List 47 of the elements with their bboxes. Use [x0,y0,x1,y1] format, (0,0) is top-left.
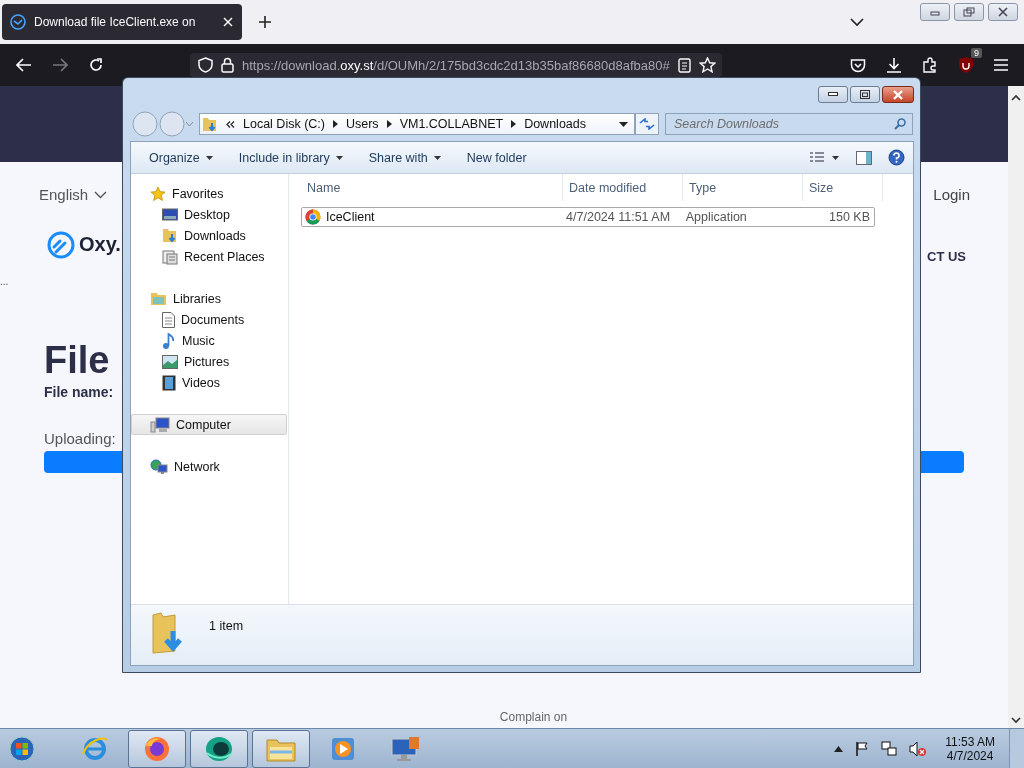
nav-item[interactable]: Desktop [131,204,288,225]
nav-item[interactable]: Videos [131,372,288,393]
toolbar-button[interactable]: Share with [358,146,451,169]
address-bar[interactable]: https://download.oxy.st/d/OUMh/2/175bd3cdc2d13b35baf86680d8afba80# [190,53,722,77]
breadcrumb-item[interactable]: Users [345,117,379,131]
date-cell-text: 4/7/2024 11:51 AM [565,210,672,224]
breadcrumb-item[interactable]: Downloads [524,117,586,131]
nav-item[interactable]: Libraries [131,288,288,309]
column-header[interactable]: Name [301,174,563,201]
nav-item[interactable]: Documents [131,309,288,330]
column-header[interactable]: Size [803,174,883,201]
search-field[interactable]: Search Downloads [665,113,913,135]
page-heading: File [44,339,110,382]
nav-item[interactable]: Pictures [131,351,288,372]
footer-link[interactable]: Complain on [499,710,568,724]
url-text: https://download.oxy.st/d/OUMh/2/175bd3cdc2d13b35baf86680d8afba80# [242,57,670,73]
toolbar-button[interactable]: Include in library [228,146,353,169]
item-count: 1 item [209,619,244,633]
clock-time[interactable]: 11:53 AM [945,734,995,749]
toolbar-button[interactable]: Organize [139,146,223,169]
tab-title: Download file IceClient.exe on [34,15,197,29]
nav-item[interactable]: Recent Places [131,246,288,267]
nav-item[interactable]: Music [131,330,288,351]
clock-date[interactable]: 4/7/2024 [946,748,994,763]
logo-text: Oxy. [79,233,121,256]
file-name: IceClient [324,210,376,224]
address-field[interactable]: Local Disk (C:) Users VM1.COLLABNET Downloads [199,113,635,135]
nav-link[interactable]: CT US [927,249,966,264]
nav-item[interactable]: Computer [131,414,287,435]
extension-badge: 9 [971,48,982,58]
column-header[interactable]: Date modified [563,174,683,201]
breadcrumb-item[interactable]: VM1.COLLABNET [399,117,504,131]
nav-item[interactable]: Downloads [131,225,288,246]
type-cell-text: Application [684,210,748,224]
browser-tab[interactable]: Download file IceClient.exe on [2,4,242,40]
uploading-label: Uploading: [44,430,116,447]
language-selector[interactable]: English [39,186,108,203]
nav-item[interactable]: Network [131,456,288,477]
login-link[interactable]: Login [933,186,970,203]
toolbar-button[interactable]: New folder [456,146,537,169]
file-row[interactable]: IceClient 4/7/2024 11:51 AM Application 150 KB [301,207,875,227]
breadcrumb-item[interactable]: Local Disk (C:) [243,117,325,131]
file-name-label: File name: [44,384,114,400]
size-cell-text: 150 KB [828,210,871,224]
column-header[interactable]: Type [683,174,803,201]
nav-item[interactable]: Favorites [131,183,288,204]
ellipsis-text: ... [0,276,9,287]
